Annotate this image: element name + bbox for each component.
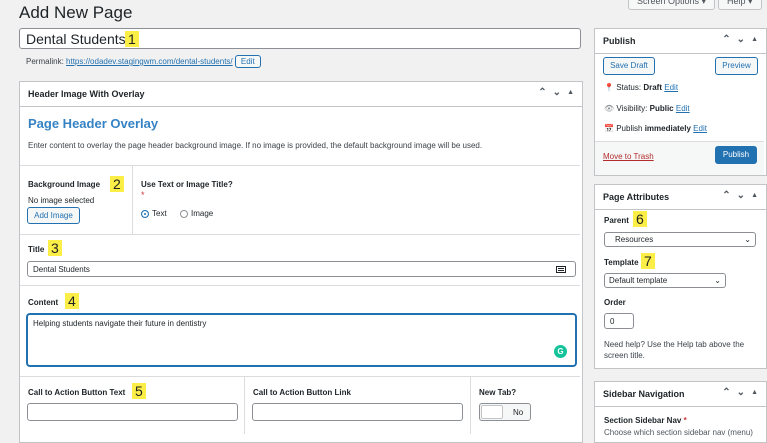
order-input[interactable]: 0 [604,313,634,329]
marker-3: 3 [48,240,62,256]
attributes-help-text: Need help? Use the Help tab above the sc… [604,340,745,360]
radio-image-option[interactable]: Image [180,209,213,218]
marker-2: 2 [110,176,124,192]
publish-time-value: immediately [644,124,691,133]
new-tab-label: New Tab? [479,388,517,397]
radio-selected-icon[interactable] [141,209,149,218]
cta-link-input[interactable] [252,403,463,421]
parent-value: Resources [615,235,654,244]
cta-text-input[interactable] [27,403,238,421]
permalink-link[interactable]: https://odadev.stagingwm.com/dental-stud… [66,57,233,66]
overlay-title-input[interactable]: Dental Students [27,261,576,277]
move-down-icon[interactable]: ⌄ [737,387,745,398]
overlay-title-value: Dental Students [33,265,90,274]
eye-icon: 👁 [604,104,615,113]
move-up-icon[interactable]: ⌃ [538,87,546,98]
radio-text-option[interactable]: Text [141,209,167,218]
screen-options-button[interactable]: Screen Options ▾ [628,0,716,10]
required-mark: * [141,190,145,200]
title-label: Title [28,245,45,254]
template-value: Default template [609,276,668,285]
section-description: Enter content to overlay the page header… [28,141,483,150]
collapse-icon[interactable]: ▲ [567,89,574,98]
new-tab-value: No [513,408,524,417]
move-down-icon[interactable]: ⌄ [737,190,745,201]
permalink-edit-button[interactable]: Edit [234,55,261,68]
publish-metabox-title: Publish [603,36,636,46]
move-down-icon[interactable]: ⌄ [737,34,745,45]
marker-5: 5 [132,383,146,399]
sidebar-nav-header[interactable]: Sidebar Navigation ⌃ ⌄ ▲ [595,382,766,407]
move-up-icon[interactable]: ⌃ [722,34,730,45]
post-title-value: Dental Students [26,31,126,47]
publish-button[interactable]: Publish [715,146,757,164]
help-button[interactable]: Help ▾ [718,0,762,10]
page-attributes-header[interactable]: Page Attributes ⌃ ⌄ ▲ [595,185,766,210]
marker-6: 6 [633,211,647,227]
publish-time-edit-link[interactable]: Edit [693,124,707,133]
visibility-value: Public [649,104,674,113]
status-value: Draft [643,83,663,92]
chevron-down-icon: ⌄ [714,276,721,285]
section-sidebar-nav-hint: Choose which section sidebar nav (menu) [604,428,753,437]
status-row: 📍 Status: Draft Edit [604,83,679,92]
no-image-text: No image selected [28,196,95,205]
overlay-metabox-title: Header Image With Overlay [28,89,145,99]
order-label: Order [604,298,626,307]
parent-label: Parent [604,216,629,225]
template-select[interactable]: Default template ⌄ [604,273,726,288]
post-title-input[interactable]: Dental Students [19,28,581,49]
collapse-icon[interactable]: ▲ [751,36,758,45]
move-up-icon[interactable]: ⌃ [722,190,730,201]
move-to-trash-link[interactable]: Move to Trash [603,152,654,161]
collapse-icon[interactable]: ▲ [751,192,758,201]
collapse-icon[interactable]: ▲ [751,389,758,398]
save-draft-button[interactable]: Save Draft [603,57,655,75]
cta-text-label: Call to Action Button Text [28,388,126,397]
template-label: Template [604,258,639,267]
radio-unselected-icon[interactable] [180,209,188,218]
new-tab-toggle[interactable]: No [479,403,531,421]
marker-7: 7 [641,253,655,269]
marker-4: 4 [65,293,79,309]
chevron-down-icon: ⌄ [744,235,751,244]
calendar-icon: 📅 [604,124,614,133]
publish-metabox-header[interactable]: Publish ⌃ ⌄ ▲ [595,29,766,54]
permalink: Permalink: https://odadev.stagingwm.com/… [26,55,261,68]
field-options-icon[interactable] [556,266,566,273]
move-up-icon[interactable]: ⌃ [722,387,730,398]
parent-select[interactable]: Resources ⌄ [604,232,756,247]
cta-link-label: Call to Action Button Link [253,388,351,397]
toggle-handle[interactable] [481,405,503,419]
order-value: 0 [610,317,615,326]
status-edit-link[interactable]: Edit [664,83,678,92]
pin-icon: 📍 [604,83,614,92]
content-textarea[interactable]: Helping students navigate their future i… [27,314,576,366]
visibility-edit-link[interactable]: Edit [676,104,690,113]
marker-1: 1 [125,31,139,47]
content-value: Helping students navigate their future i… [33,319,207,328]
section-sidebar-nav-label: Section Sidebar Nav * [604,416,687,425]
preview-button[interactable]: Preview [715,57,758,75]
page-title: Add New Page [19,3,133,22]
publish-time-row: 📅 Publish immediately Edit [604,124,707,133]
overlay-metabox-header[interactable]: Header Image With Overlay ⌃ ⌄ ▲ [20,82,582,107]
permalink-label: Permalink: [26,57,64,66]
background-image-label: Background Image [28,180,101,189]
section-title: Page Header Overlay [28,116,159,131]
content-label: Content [28,298,59,307]
sidebar-nav-title: Sidebar Navigation [603,389,685,399]
add-image-button[interactable]: Add Image [27,207,80,224]
page-attributes-title: Page Attributes [603,192,670,202]
grammarly-icon[interactable]: G [554,345,567,358]
move-down-icon[interactable]: ⌄ [553,87,561,98]
text-or-image-label: Use Text or Image Title? [141,180,233,189]
visibility-row: 👁 Visibility: Public Edit [604,104,690,113]
